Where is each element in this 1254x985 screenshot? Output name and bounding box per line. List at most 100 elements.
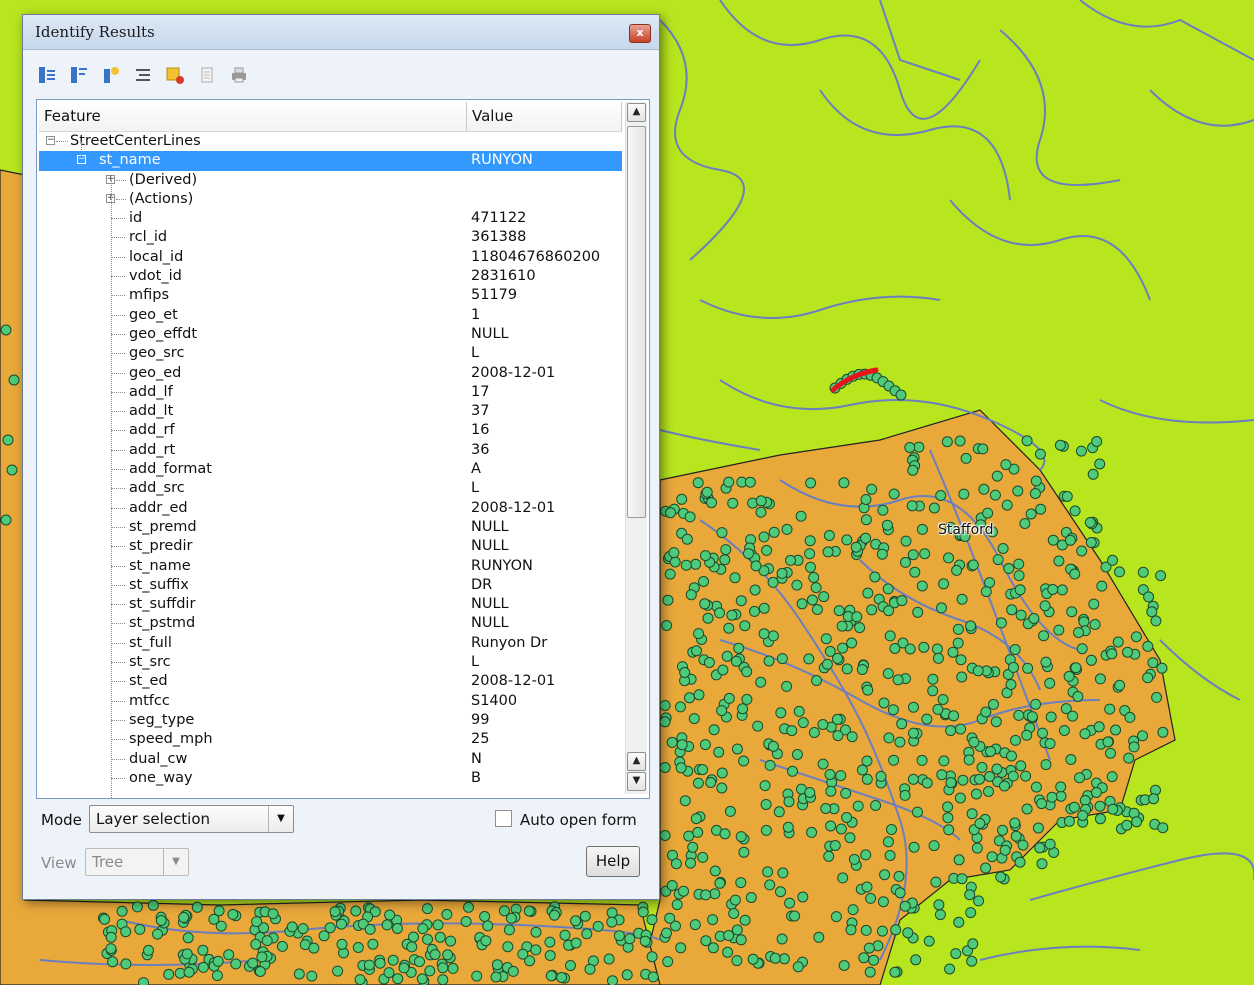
view-label: View <box>41 854 77 872</box>
auto-open-form-checkbox[interactable] <box>495 810 512 827</box>
scroll-down-button[interactable]: ▼ <box>627 772 646 791</box>
attribute-row[interactable]: seg_type 99 <box>39 711 622 730</box>
tree-row-actions[interactable]: + (Actions) <box>39 190 622 209</box>
attribute-name: vdot_id <box>129 268 182 285</box>
attribute-name: geo_src <box>129 345 185 362</box>
attribute-row[interactable]: local_id 11804676860200 <box>39 248 622 267</box>
attribute-name: geo_et <box>129 306 178 323</box>
tree-row-layer[interactable]: − StreetCenterLines <box>39 132 622 151</box>
column-header-value[interactable]: Value <box>467 102 622 131</box>
attribute-row[interactable]: one_way B <box>39 769 622 788</box>
attribute-row[interactable]: addr_ed 2008-12-01 <box>39 499 622 518</box>
scroll-up-button[interactable]: ▲ <box>627 103 646 122</box>
attribute-name: add_rf <box>129 422 175 439</box>
attribute-name: seg_type <box>129 711 195 728</box>
attribute-value: L <box>471 654 480 671</box>
attribute-value: 99 <box>471 711 490 728</box>
attribute-row[interactable]: mtfcc S1400 <box>39 692 622 711</box>
attribute-value: 36 <box>471 441 490 458</box>
expand-all-icon[interactable] <box>35 63 59 87</box>
attribute-value: 2008-12-01 <box>471 364 556 381</box>
attribute-row[interactable]: st_suffdir NULL <box>39 595 622 614</box>
attribute-value: DR <box>471 576 493 593</box>
attribute-row[interactable]: st_name RUNYON <box>39 557 622 576</box>
attribute-name: st_suffix <box>129 576 189 593</box>
help-button[interactable]: Help <box>586 846 640 877</box>
attribute-row[interactable]: geo_ed 2008-12-01 <box>39 364 622 383</box>
attribute-row[interactable]: add_format A <box>39 460 622 479</box>
expand-new-icon[interactable] <box>99 63 123 87</box>
attribute-name: dual_cw <box>129 750 188 767</box>
attribute-row[interactable]: add_lf 17 <box>39 383 622 402</box>
attribute-row[interactable]: add_lt 37 <box>39 402 622 421</box>
vertical-scrollbar[interactable]: ▲ ▲ ▼ <box>625 102 647 794</box>
collapse-toggle-icon[interactable]: − <box>46 136 55 145</box>
attribute-value: 2831610 <box>471 268 536 285</box>
view-select[interactable]: Tree ▼ <box>85 848 189 876</box>
layer-tree-icon[interactable] <box>131 63 155 87</box>
attribute-value: N <box>471 750 482 767</box>
attribute-row[interactable]: geo_effdt NULL <box>39 325 622 344</box>
tree-row-feature[interactable]: − st_name RUNYON <box>39 151 622 171</box>
actions-label: (Actions) <box>129 190 194 207</box>
attribute-row[interactable]: dual_cw N <box>39 750 622 769</box>
attribute-row[interactable]: st_suffix DR <box>39 576 622 595</box>
copy-icon[interactable] <box>195 63 219 87</box>
attribute-value: 471122 <box>471 210 527 227</box>
layer-name: StreetCenterLines <box>70 133 201 149</box>
print-icon[interactable] <box>227 63 251 87</box>
attribute-value: A <box>471 461 481 478</box>
attribute-row[interactable]: st_pstmd NULL <box>39 614 622 633</box>
attribute-name: add_lt <box>129 403 174 420</box>
clear-highlights-icon[interactable] <box>163 63 187 87</box>
attribute-row[interactable]: st_predir NULL <box>39 537 622 556</box>
scrollbar-thumb[interactable] <box>627 126 646 518</box>
attribute-value: NULL <box>471 538 509 555</box>
dialog-title: Identify Results <box>35 23 155 41</box>
attribute-name: st_pstmd <box>129 615 196 632</box>
attribute-row[interactable]: st_ed 2008-12-01 <box>39 672 622 691</box>
attribute-row[interactable]: add_rf 16 <box>39 421 622 440</box>
chevron-down-icon: ▼ <box>268 806 293 832</box>
attribute-value: 17 <box>471 383 490 400</box>
attribute-row[interactable]: add_src L <box>39 479 622 498</box>
tree-rows: − StreetCenterLines − st_name RUNYON + (… <box>39 132 622 798</box>
scroll-up-button-lower[interactable]: ▲ <box>627 752 646 771</box>
chevron-down-icon: ▼ <box>163 849 188 875</box>
attribute-value: L <box>471 345 480 362</box>
attribute-row[interactable]: mfips 51179 <box>39 286 622 305</box>
auto-open-form-label: Auto open form <box>520 811 637 829</box>
attribute-row[interactable]: rcl_id 361388 <box>39 228 622 247</box>
identify-results-dialog: Identify Results x Feature Value − Stree… <box>22 14 660 900</box>
attribute-name: local_id <box>129 248 184 265</box>
attribute-value: B <box>471 769 481 786</box>
mode-select[interactable]: Layer selection ▼ <box>89 805 294 833</box>
close-button[interactable]: x <box>629 24 651 43</box>
results-tree[interactable]: Feature Value − StreetCenterLines − st_n… <box>36 99 650 799</box>
attribute-value: L <box>471 480 480 497</box>
attribute-value: 2008-12-01 <box>471 673 556 690</box>
toolbar <box>35 59 251 91</box>
view-select-value: Tree <box>92 853 124 871</box>
attribute-row[interactable]: st_premd NULL <box>39 518 622 537</box>
attribute-row[interactable]: speed_mph 25 <box>39 730 622 749</box>
attribute-row[interactable]: add_rt 36 <box>39 441 622 460</box>
attribute-name: geo_ed <box>129 364 182 381</box>
title-bar[interactable]: Identify Results x <box>23 15 659 50</box>
attribute-value: NULL <box>471 325 509 342</box>
attribute-name: add_lf <box>129 383 173 400</box>
collapse-all-icon[interactable] <box>67 63 91 87</box>
tree-row-derived[interactable]: + (Derived) <box>39 171 622 190</box>
attribute-value: 37 <box>471 403 490 420</box>
attribute-row[interactable]: st_full Runyon Dr <box>39 634 622 653</box>
column-header-feature[interactable]: Feature <box>39 102 467 131</box>
attribute-row[interactable]: id 471122 <box>39 209 622 228</box>
attribute-name: st_suffdir <box>129 596 196 613</box>
attribute-name: st_ed <box>129 673 168 690</box>
attribute-row[interactable]: vdot_id 2831610 <box>39 267 622 286</box>
attribute-name: st_full <box>129 634 172 651</box>
attribute-row[interactable]: geo_src L <box>39 344 622 363</box>
attribute-row[interactable]: st_src L <box>39 653 622 672</box>
attribute-row[interactable]: geo_et 1 <box>39 306 622 325</box>
attribute-name: rcl_id <box>129 229 168 246</box>
